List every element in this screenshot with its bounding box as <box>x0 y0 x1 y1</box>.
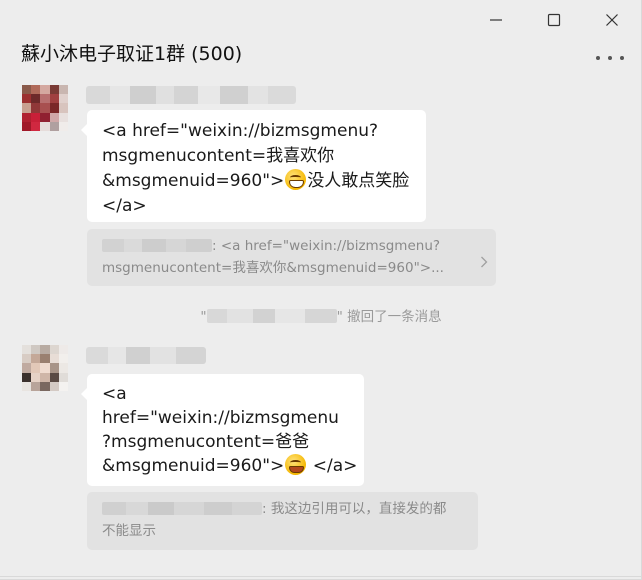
message-bubble[interactable]: <a href="weixin://bizmsgmenu ?msgmenucon… <box>81 374 364 486</box>
avatar[interactable] <box>22 345 68 391</box>
chat-header: 蘇小沐电子取证1群 (500) <box>0 30 642 78</box>
message-line: href="weixin://bizmsgmenu <box>102 408 339 428</box>
quoted-message[interactable]: : <a href="weixin://bizmsgmenu? msgmenuc… <box>87 229 496 286</box>
message-bubble[interactable]: <a href="weixin://bizmsgmenu? msgmenucon… <box>81 110 426 222</box>
more-dots-icon[interactable] <box>596 50 624 66</box>
quote-text: msgmenucontent=我喜欢你&msgmenuid=960">... <box>102 260 444 276</box>
avatar[interactable] <box>22 85 68 131</box>
message-line: ?msgmenucontent=爸爸 <box>102 432 310 452</box>
sender-name-hidden <box>86 86 296 104</box>
sender-name-hidden <box>86 347 206 364</box>
grinning-face-emoji-icon <box>285 454 307 475</box>
recalled-sender-hidden <box>206 309 337 323</box>
grinning-face-emoji-icon <box>285 169 307 190</box>
quote-text: <a href="weixin://bizmsgmenu? <box>220 238 441 254</box>
message-line: <a <box>102 384 127 404</box>
notice-text: " 撤回了一条消息 <box>336 309 442 325</box>
quote-sender-hidden <box>102 502 262 515</box>
system-notice: " " 撤回了一条消息 <box>0 305 642 325</box>
quote-text: 我这边引用可以，直接发的都 <box>270 501 447 517</box>
quoted-message[interactable]: : 我这边引用可以，直接发的都 不能显示 <box>87 492 478 550</box>
chat-window: 蘇小沐电子取证1群 (500) <a href="weixin://bizmsg… <box>0 0 642 580</box>
message-line: <a href="weixin://bizmsgmenu? <box>102 121 379 141</box>
message-line: msgmenucontent=我喜欢你 <box>102 146 335 166</box>
message-line: </a> <box>307 456 358 476</box>
quote-separator: : <box>262 501 271 517</box>
chat-title: 蘇小沐电子取证1群 (500) <box>21 43 243 65</box>
quote-sender-hidden <box>102 239 212 252</box>
message-line: &msgmenuid=960"> <box>102 171 285 191</box>
quote-text: 不能显示 <box>102 523 156 539</box>
message-line: 没人敢点笑脸 <box>307 171 410 191</box>
message-line: </a> <box>102 196 147 216</box>
message-line: &msgmenuid=960"> <box>102 456 285 476</box>
quote-separator: : <box>212 238 221 254</box>
chevron-right-icon[interactable] <box>480 253 488 275</box>
divider <box>0 576 642 577</box>
